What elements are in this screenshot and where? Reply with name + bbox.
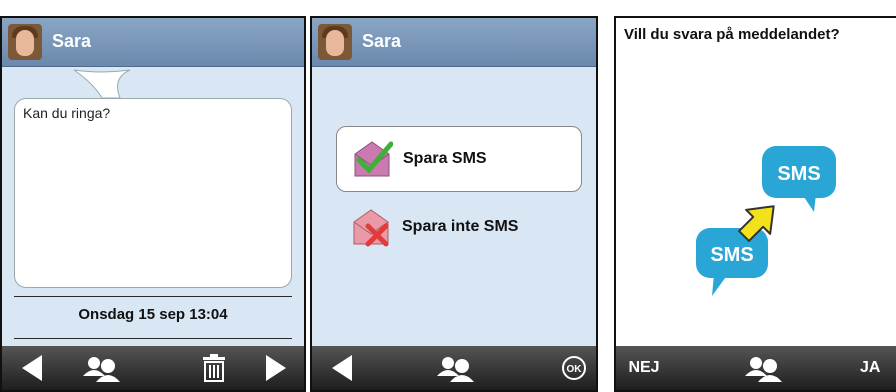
header: Sara xyxy=(312,18,596,67)
save-check-icon xyxy=(354,141,393,177)
yes-button[interactable]: JA xyxy=(860,346,896,390)
svg-text:OK: OK xyxy=(567,364,583,375)
header: Sara xyxy=(2,18,304,67)
message-view-screen: Sara Kan du ringa? Onsdag 15 sep 13:04 xyxy=(0,16,306,392)
contacts-icon[interactable] xyxy=(428,346,484,390)
back-icon[interactable] xyxy=(10,346,54,390)
trash-icon[interactable] xyxy=(194,346,234,390)
reply-question: Vill du svara på meddelandet? xyxy=(624,26,840,43)
contact-avatar xyxy=(318,24,352,60)
dont-save-sms-label: Spara inte SMS xyxy=(402,218,519,235)
sms-bubble-icon: SMS xyxy=(762,146,836,212)
contact-name: Sara xyxy=(52,31,92,51)
reply-prompt-screen: Vill du svara på meddelandet? SMS SMS NE… xyxy=(614,16,896,392)
message-bubble: Kan du ringa? xyxy=(14,98,292,288)
ok-icon[interactable]: OK xyxy=(556,346,592,390)
divider xyxy=(14,296,292,297)
sms-label-bottom: SMS xyxy=(710,244,753,266)
no-button[interactable]: NEJ xyxy=(624,346,664,390)
contact-avatar xyxy=(8,24,42,60)
message-timestamp: Onsdag 15 sep 13:04 xyxy=(78,306,228,323)
save-cross-icon xyxy=(353,209,389,247)
forward-icon[interactable] xyxy=(256,346,296,390)
divider xyxy=(14,338,292,339)
bottom-bar: OK xyxy=(312,346,596,390)
sms-bubble-icon: SMS xyxy=(696,228,768,296)
sms-reply-illustration: SMS SMS xyxy=(696,146,836,296)
contacts-icon[interactable] xyxy=(736,346,792,390)
message-text: Kan du ringa? xyxy=(23,105,111,121)
save-sms-label: Spara SMS xyxy=(403,150,487,167)
back-icon[interactable] xyxy=(320,346,364,390)
contacts-icon[interactable] xyxy=(74,346,130,390)
contact-name: Sara xyxy=(362,31,402,51)
save-options-screen: Sara Spara SMS Spara inte SMS OK xyxy=(310,16,598,392)
save-sms-option[interactable]: Spara SMS xyxy=(336,126,582,192)
speech-bubble-tail xyxy=(73,69,131,99)
sms-label-top: SMS xyxy=(777,163,820,185)
bottom-bar xyxy=(2,346,304,390)
bottom-bar: NEJ JA xyxy=(616,346,896,390)
dont-save-sms-option[interactable]: Spara inte SMS xyxy=(336,194,582,260)
